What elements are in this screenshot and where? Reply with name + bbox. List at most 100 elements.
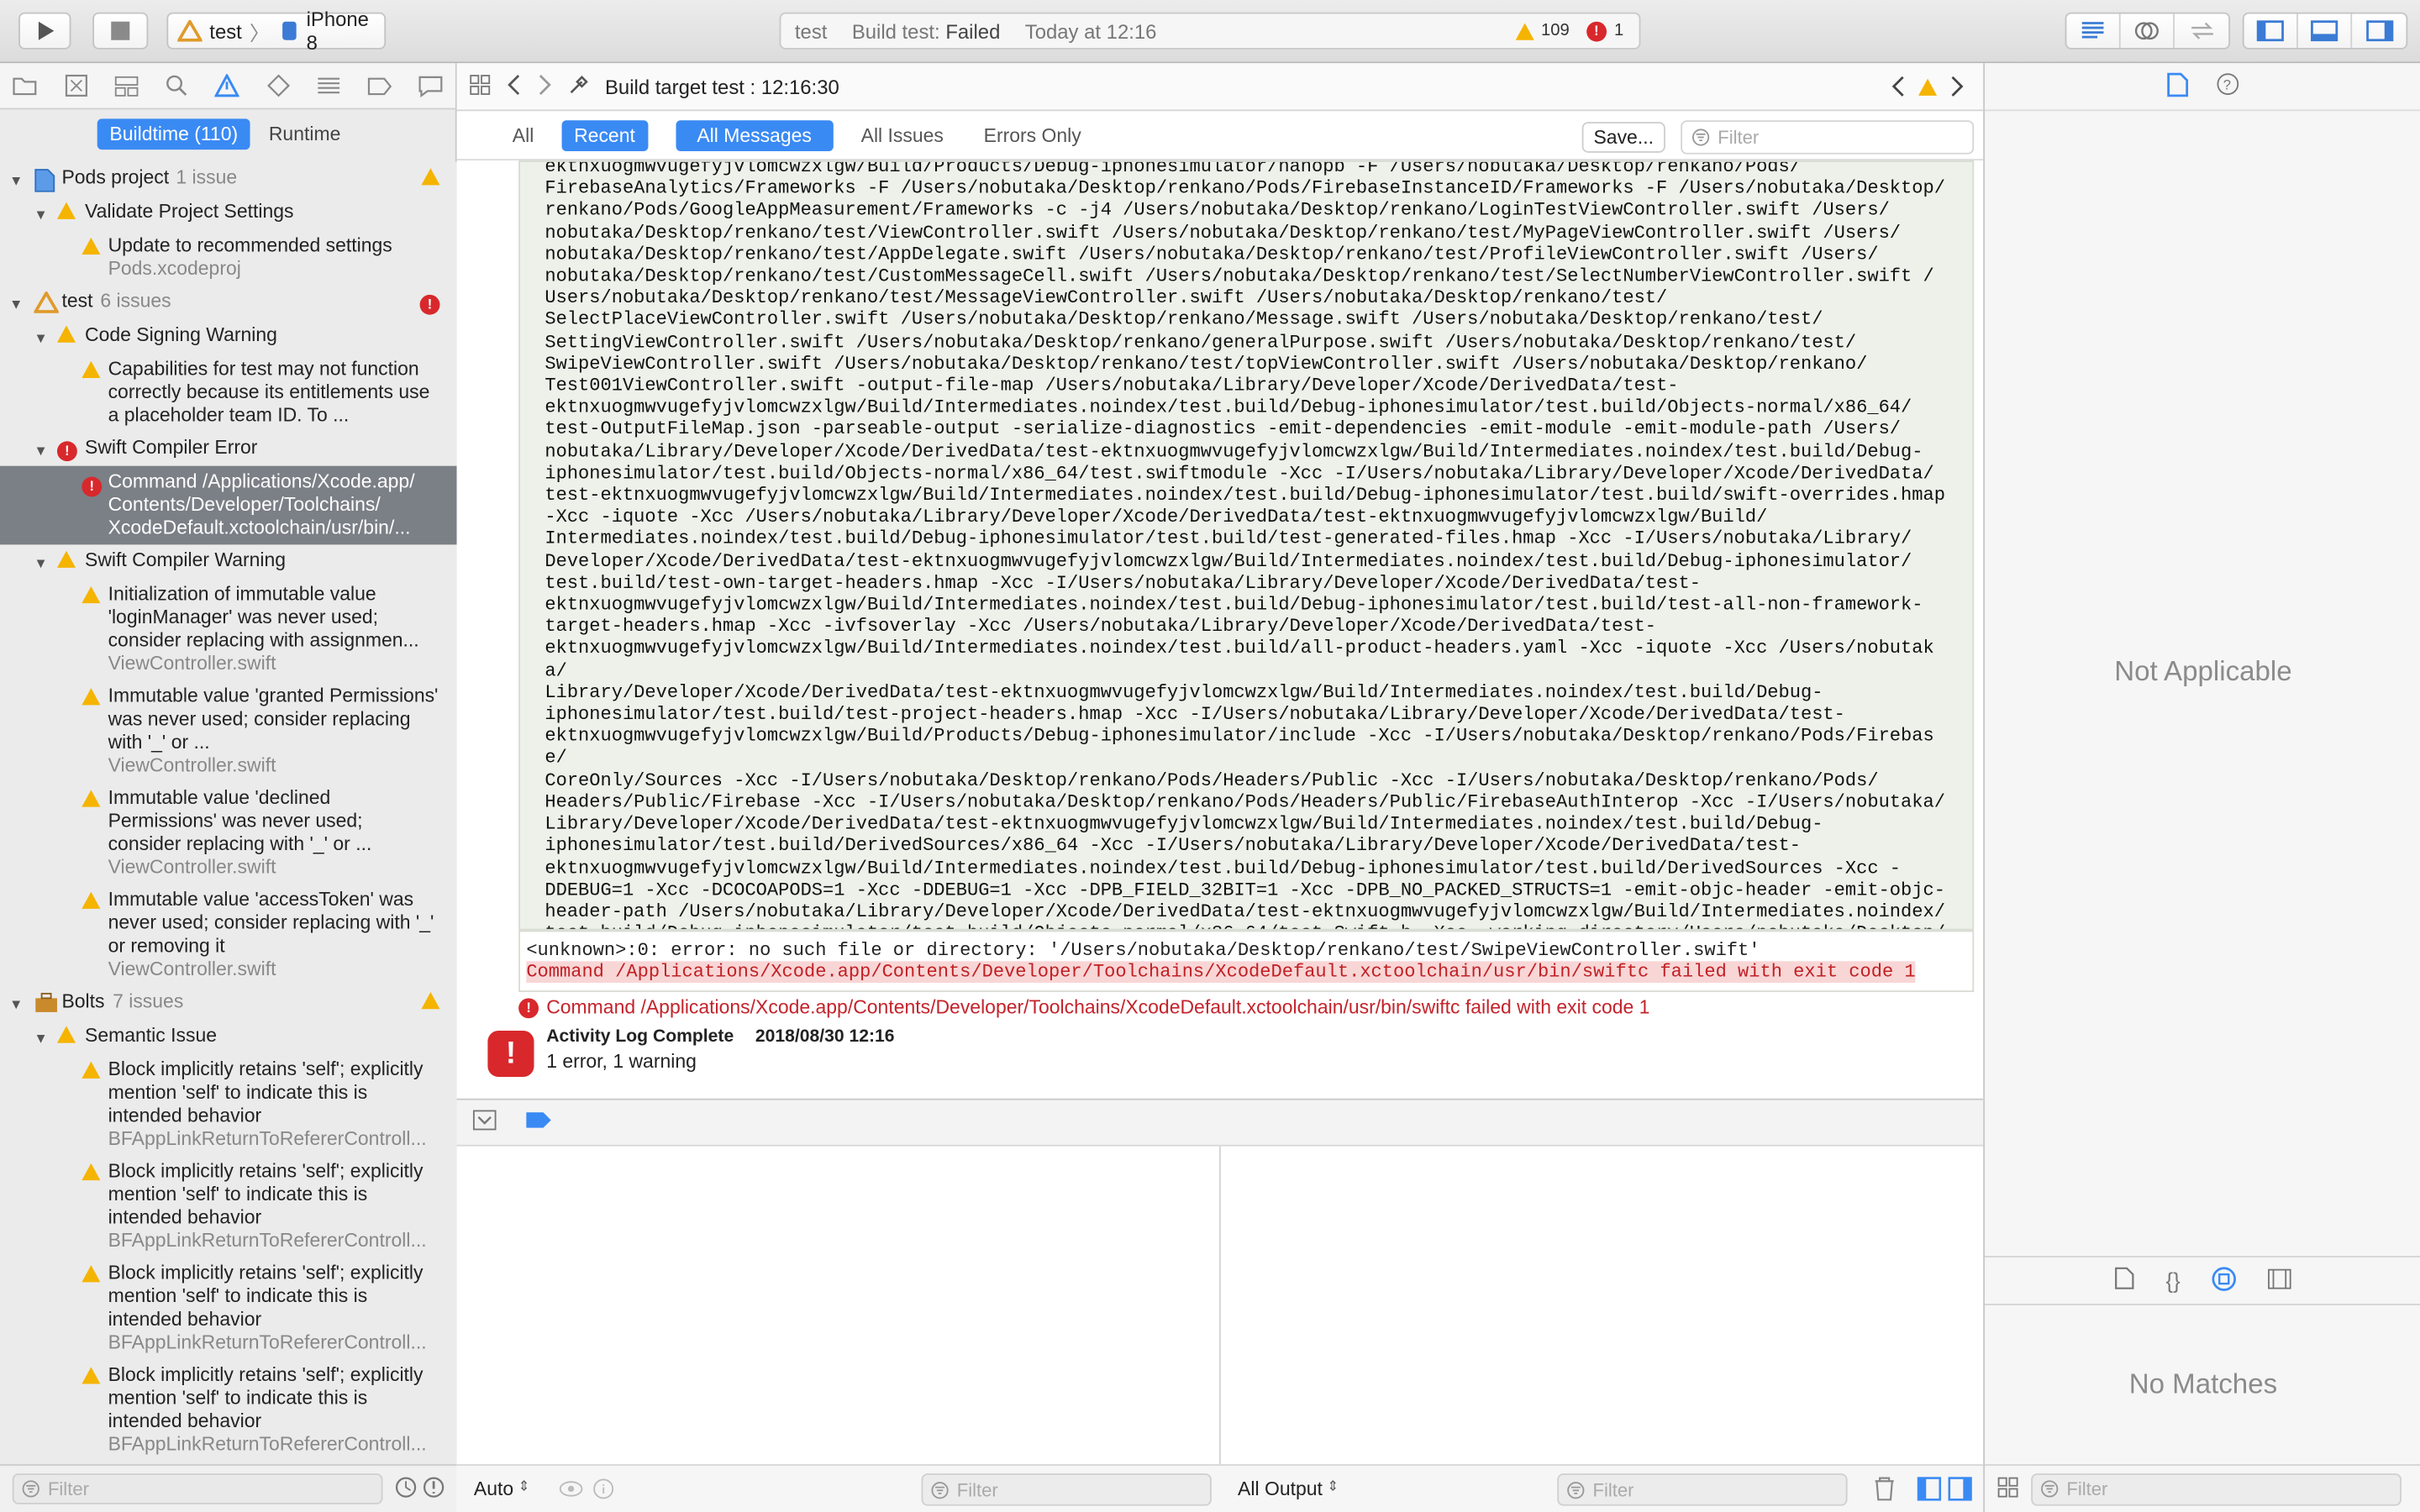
breakpoints-toggle-icon[interactable] (524, 1110, 552, 1134)
all-messages-tab[interactable]: All Messages (675, 119, 834, 151)
play-icon (38, 21, 55, 40)
issue-text: Immutable value 'granted Permissions' wa… (108, 685, 439, 753)
find-icon[interactable] (163, 71, 191, 99)
tree-group-row[interactable]: ▼ Code Signing Warning (0, 319, 457, 353)
warning-icon (56, 325, 76, 343)
quick-help-icon[interactable]: ? (2216, 72, 2239, 100)
runtime-tab[interactable]: Runtime (256, 118, 353, 150)
test-navigator-icon[interactable] (264, 71, 292, 99)
issue-row[interactable]: Block implicitly retains 'self'; explici… (0, 1156, 457, 1257)
show-console-icon[interactable] (1948, 1477, 1972, 1506)
hide-debug-area-icon[interactable] (472, 1110, 497, 1136)
media-library-icon[interactable] (2267, 1268, 2291, 1294)
report-navigator-icon[interactable] (416, 71, 444, 99)
file-template-icon[interactable] (2115, 1267, 2135, 1294)
issue-row[interactable]: Block implicitly retains 'self'; explici… (0, 1359, 457, 1461)
info-icon[interactable] (592, 1478, 614, 1504)
issue-text: Block implicitly retains 'self'; explici… (108, 1160, 424, 1229)
folder-icon[interactable] (12, 71, 39, 99)
tree-group-row[interactable]: ▼! Swift Compiler Error (0, 432, 457, 465)
trash-icon[interactable] (1874, 1477, 1896, 1506)
variables-scope-popup[interactable]: Auto ⇕ (474, 1478, 530, 1500)
issue-counts[interactable]: 109 ! 1 (1514, 20, 1623, 41)
tree-group-row[interactable]: ▼ Validate Project Settings (0, 196, 457, 229)
disclosure-triangle-icon[interactable]: ▼ (34, 327, 47, 350)
quick-look-icon[interactable] (559, 1478, 583, 1504)
disclosure-triangle-icon[interactable]: ▼ (34, 553, 47, 576)
inspector-pane: ? Not Applicable {} No Matches Filter (1983, 63, 2420, 1512)
previous-issue-icon[interactable] (1891, 76, 1906, 97)
console-output-label: All Output (1238, 1478, 1323, 1500)
next-issue-icon[interactable] (1949, 76, 1965, 97)
forward-icon[interactable] (537, 73, 552, 99)
issue-text: Block implicitly retains 'self'; explici… (108, 1262, 424, 1331)
issue-row[interactable]: Block implicitly retains 'self'; explici… (0, 1053, 457, 1155)
save-button[interactable]: Save... (1581, 122, 1665, 153)
source-control-icon[interactable] (62, 71, 90, 99)
breakpoint-navigator-icon[interactable] (366, 71, 393, 99)
file-inspector-icon[interactable] (2166, 71, 2188, 101)
variables-filter-placeholder: Filter (956, 1478, 998, 1501)
scope-all[interactable]: All (500, 119, 546, 150)
all-issues-tab[interactable]: All Issues (849, 119, 956, 150)
navigator-filter-field[interactable]: Filter (12, 1473, 383, 1504)
issue-row[interactable]: Capabilities for test may not function c… (0, 354, 457, 433)
activity-view[interactable]: test Build test: Failed Today at 12:16 1… (779, 12, 1641, 50)
editor-mode-control (2065, 12, 2231, 50)
version-editor-icon[interactable] (2175, 14, 2228, 48)
command-failed-row[interactable]: ! Command /Applications/Xcode.app/Conten… (518, 997, 1649, 1018)
disclosure-triangle-icon[interactable]: ▼ (9, 994, 23, 1017)
disclosure-triangle-icon[interactable]: ▼ (34, 1027, 47, 1051)
debug-toggle-icon[interactable] (2298, 13, 2353, 48)
assistant-editor-icon[interactable] (2121, 13, 2175, 48)
issue-row[interactable]: Immutable value 'granted Permissions' wa… (0, 680, 457, 782)
disclosure-triangle-icon[interactable]: ▼ (34, 203, 47, 227)
symbol-icon[interactable] (113, 71, 140, 99)
issue-row[interactable]: Immutable value 'declined Permissions' w… (0, 782, 457, 884)
log-filter-field[interactable]: Filter (1681, 120, 1975, 155)
errors-only-tab[interactable]: Errors Only (971, 119, 1093, 150)
issue-row[interactable]: Initialization of immutable value 'login… (0, 579, 457, 680)
issue-filter-icon[interactable] (423, 1476, 445, 1502)
back-icon[interactable] (506, 73, 521, 99)
tree-project-row[interactable]: ▼ test 6 issues! (0, 286, 457, 319)
project-icon (34, 168, 55, 199)
tree-project-row[interactable]: ▼ Bolts 7 issues (0, 986, 457, 1020)
run-button[interactable] (18, 12, 71, 50)
show-variables-icon[interactable] (1917, 1477, 1942, 1506)
scope-recent[interactable]: Recent (561, 119, 648, 151)
issue-stepper (1891, 76, 1965, 97)
object-library-icon[interactable] (2211, 1266, 2236, 1295)
debug-navigator-icon[interactable] (315, 71, 343, 99)
variables-filter-field[interactable]: Filter (921, 1473, 1212, 1506)
scheme-selector[interactable]: test 〉 iPhone 8 (166, 8, 387, 54)
tree-project-row[interactable]: ▼ Pods project 1 issue (0, 162, 457, 196)
project-title: Pods project (61, 166, 170, 189)
issue-navigator-icon[interactable] (213, 71, 241, 99)
recent-filter-icon[interactable] (395, 1476, 417, 1502)
navigator-toggle-icon[interactable] (2244, 13, 2298, 48)
buildtime-tab[interactable]: Buildtime (110) (97, 118, 250, 150)
tree-group-row[interactable]: ▼ Semantic Issue (0, 1020, 457, 1053)
issue-row[interactable]: Block implicitly retains 'self'; explici… (0, 1257, 457, 1359)
issue-file: Pods.xcodeproj (108, 257, 241, 280)
tree-group-row[interactable]: ▼ Swift Compiler Warning (0, 544, 457, 578)
related-items-icon[interactable] (469, 73, 491, 99)
disclosure-triangle-icon[interactable]: ▼ (34, 439, 47, 463)
disclosure-triangle-icon[interactable]: ▼ (9, 293, 23, 317)
library-filter-field[interactable]: Filter (2031, 1473, 2402, 1505)
issue-row[interactable]: ! Command /Applications/Xcode.app/ Conten… (0, 465, 457, 545)
inspector-toggle-icon[interactable] (2352, 14, 2406, 48)
grid-view-icon[interactable] (1997, 1476, 2019, 1502)
activity-status-text: Failed (945, 18, 1001, 43)
issue-row[interactable]: Update to recommended settings Pods.xcode… (0, 230, 457, 286)
console-output-popup[interactable]: All Output ⇕ (1238, 1478, 1339, 1500)
console-filter-field[interactable]: Filter (1557, 1473, 1848, 1506)
stop-button[interactable] (92, 12, 149, 50)
issue-row[interactable]: Immutable value 'accessToken' was never … (0, 884, 457, 985)
debug-area: Auto ⇕ Filter All Output ⇕ Filter (456, 1146, 1984, 1512)
disclosure-triangle-icon[interactable]: ▼ (9, 170, 23, 193)
code-snippet-icon[interactable]: {} (2166, 1268, 2181, 1293)
filter-icon (1567, 1481, 1585, 1499)
standard-editor-icon[interactable] (2066, 13, 2121, 48)
